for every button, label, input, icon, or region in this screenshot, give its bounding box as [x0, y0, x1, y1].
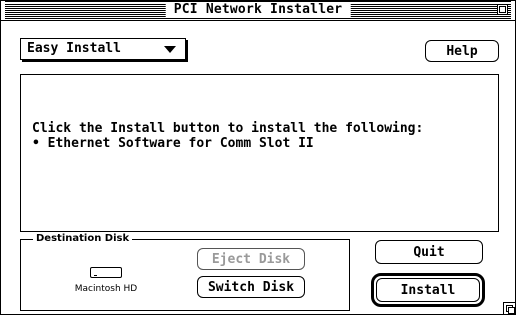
disk-name: Macintosh HD	[74, 284, 138, 294]
eject-disk-button[interactable]: Eject Disk	[197, 248, 305, 270]
title-bar[interactable]: PCI Network Installer	[1, 1, 515, 21]
window-content: Easy Install Help Click the Install butt…	[1, 21, 515, 314]
message-line: Click the Install button to install the …	[32, 121, 424, 136]
grow-box-icon[interactable]	[503, 302, 515, 314]
destination-disk-label: Destination Disk	[33, 232, 133, 246]
zoom-box-icon[interactable]	[497, 4, 508, 15]
install-button[interactable]: Install	[376, 278, 480, 302]
hard-disk-icon[interactable]	[90, 267, 122, 278]
title-bar-edge	[1, 1, 5, 20]
window-title: PCI Network Installer	[165, 2, 351, 18]
install-message-box: Click the Install button to install the …	[20, 74, 499, 232]
title-bar-edge	[511, 1, 515, 20]
installer-window: PCI Network Installer Easy Install Help …	[0, 0, 516, 315]
message-item: • Ethernet Software for Comm Slot II	[32, 136, 314, 151]
quit-button[interactable]: Quit	[375, 240, 483, 264]
install-mode-value: Easy Install	[27, 41, 121, 56]
switch-disk-button[interactable]: Switch Disk	[197, 276, 305, 298]
help-button[interactable]: Help	[425, 40, 499, 62]
install-mode-popup[interactable]: Easy Install	[20, 38, 186, 60]
triangle-down-icon	[164, 46, 176, 53]
